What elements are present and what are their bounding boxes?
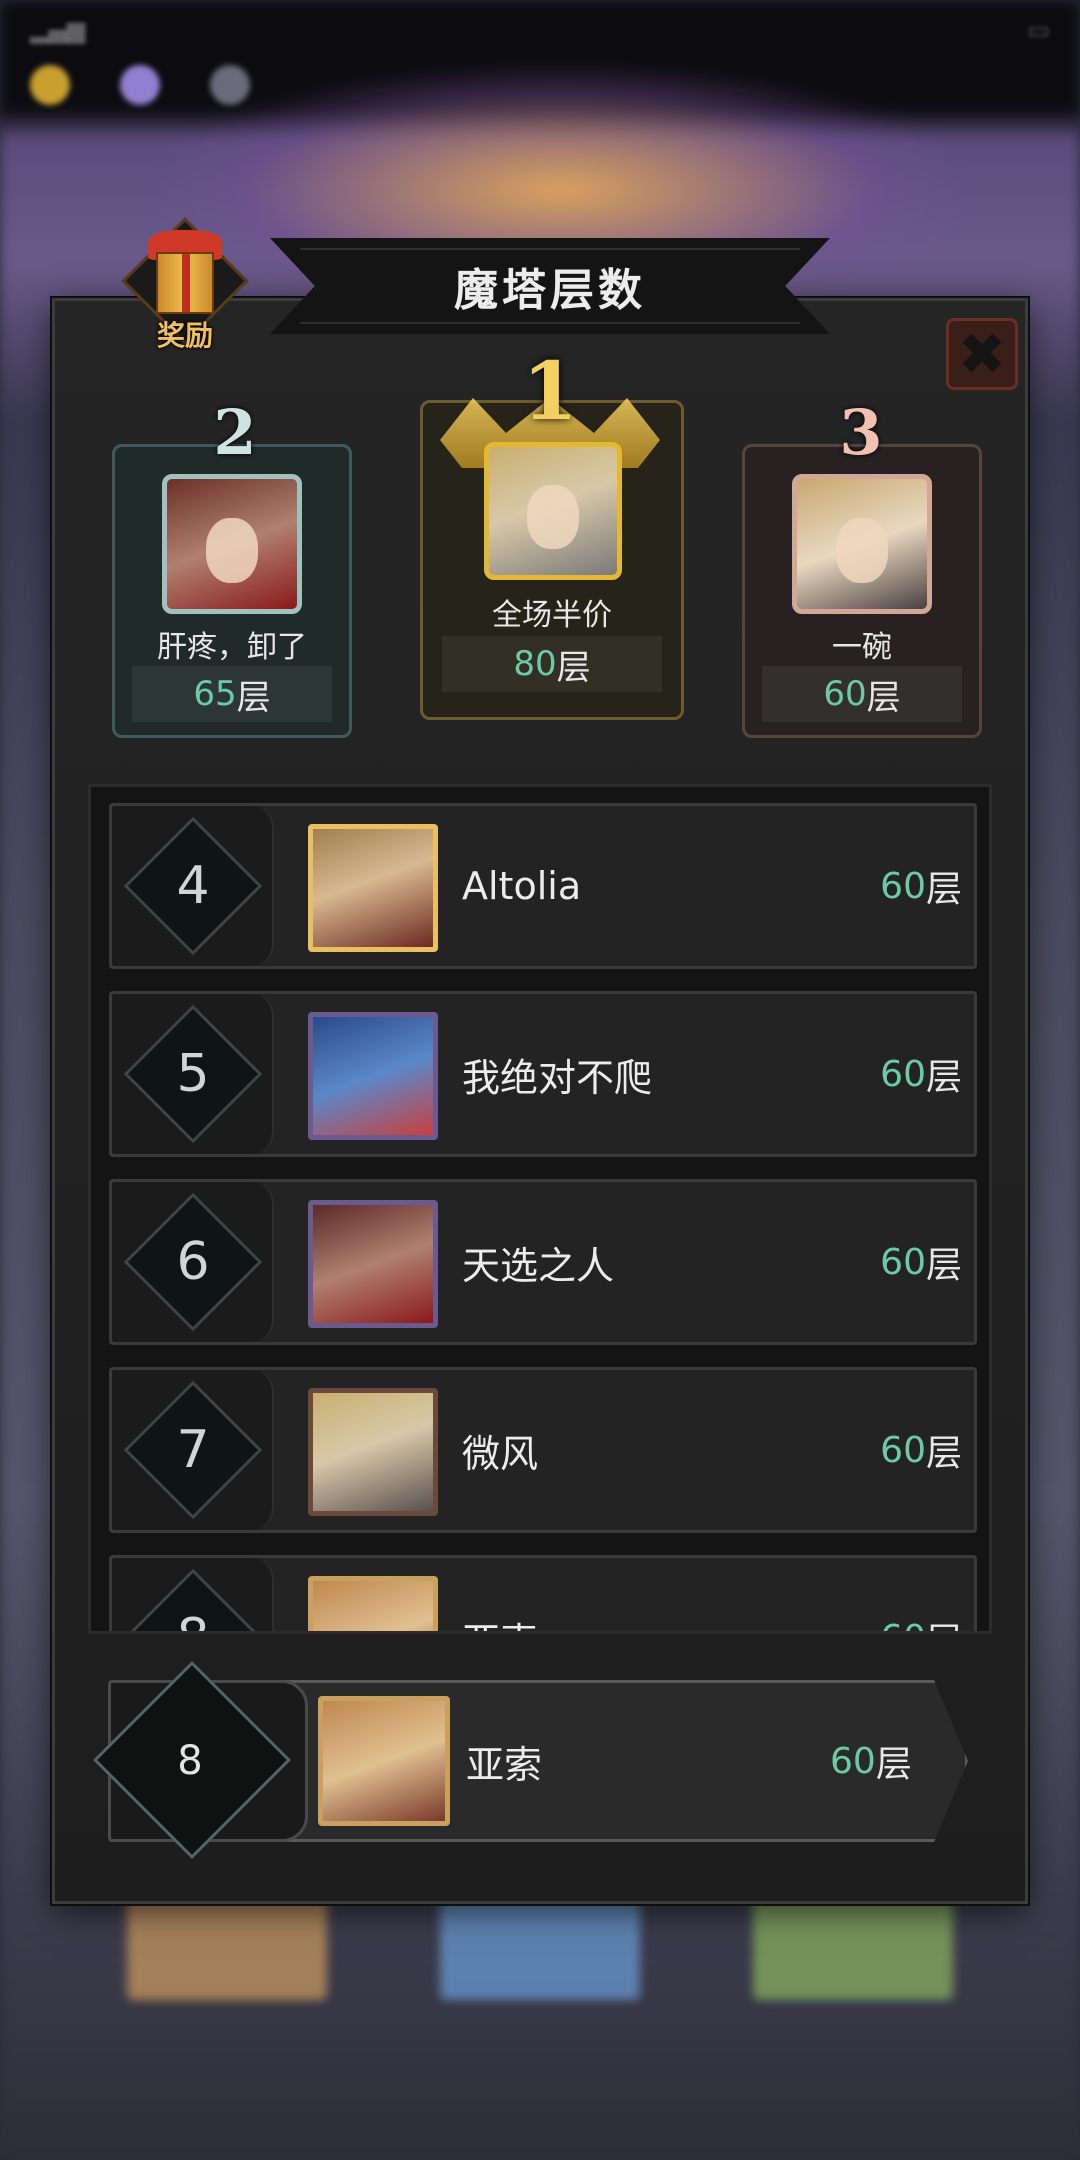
settings-resource bbox=[210, 65, 250, 105]
reward-button[interactable]: 奖励 bbox=[118, 217, 252, 352]
score-value: 80 bbox=[513, 644, 557, 684]
avatar-face bbox=[206, 518, 258, 583]
rank-cell: 4 bbox=[112, 806, 274, 966]
player-score: 60层 bbox=[880, 806, 962, 966]
score-unit: 层 bbox=[866, 677, 901, 718]
score-unit: 层 bbox=[925, 1057, 962, 1098]
rank-cell: 8 bbox=[112, 1558, 274, 1631]
rank-2-avatar bbox=[162, 474, 302, 614]
gem-resource bbox=[120, 65, 160, 105]
list-row-rank-6[interactable]: 6 天选之人 60 层 bbox=[109, 1179, 977, 1345]
player-name: Altolia bbox=[462, 864, 582, 908]
rank-3-score: 60 层 bbox=[762, 666, 962, 722]
rank-3-name: 一碗 bbox=[832, 630, 892, 665]
ranking-list[interactable]: 4 Altolia 60 层 5 我绝对不爬 60 层 6 天选之人 60 层 7 微… bbox=[88, 784, 992, 1634]
close-icon: ✖ bbox=[957, 320, 1007, 388]
player-name: 天选之人 bbox=[462, 1243, 615, 1288]
rank-1-avatar bbox=[484, 442, 622, 580]
rank-cell: 7 bbox=[112, 1370, 274, 1530]
rank-2-badge: 2 bbox=[213, 396, 257, 469]
rank-number: 8 bbox=[112, 1558, 274, 1631]
rank-number: 4 bbox=[176, 856, 210, 916]
close-button[interactable]: ✖ bbox=[946, 318, 1018, 390]
rank-cell: 6 bbox=[112, 1182, 274, 1342]
player-name: 微风 bbox=[462, 1431, 539, 1476]
avatar-face bbox=[836, 518, 888, 583]
rank-number: 5 bbox=[176, 1044, 210, 1104]
reward-label: 奖励 bbox=[156, 319, 213, 352]
score-value: 65 bbox=[193, 674, 237, 714]
score-unit: 层 bbox=[925, 1433, 962, 1474]
rank-1-score: 80 层 bbox=[442, 636, 662, 692]
player-avatar bbox=[308, 1388, 438, 1516]
rank-number: 6 bbox=[176, 1232, 210, 1292]
panel-title: 魔塔层数 bbox=[454, 265, 646, 316]
player-score: 60层 bbox=[880, 1370, 962, 1530]
player-avatar bbox=[308, 1576, 438, 1631]
score-unit: 层 bbox=[556, 647, 591, 688]
rank-1-name: 全场半价 bbox=[492, 598, 612, 633]
player-score: 60层 bbox=[880, 1182, 962, 1342]
rank-1-badge: 1 bbox=[522, 344, 578, 438]
score-unit: 层 bbox=[925, 1245, 962, 1286]
score-value: 60 bbox=[880, 1429, 926, 1471]
coin-resource bbox=[30, 65, 70, 105]
score-value: 60 bbox=[830, 1740, 876, 1782]
player-avatar bbox=[308, 1012, 438, 1140]
list-row-rank-5[interactable]: 5 我绝对不爬 60 层 bbox=[109, 991, 977, 1157]
rank-2-score: 65 层 bbox=[132, 666, 332, 722]
rank-cell: 5 bbox=[112, 994, 274, 1154]
rank-2-name: 肝疼，卸了 bbox=[157, 630, 307, 665]
list-row-rank-8[interactable]: 8 亚索 60层 bbox=[109, 1555, 977, 1632]
gift-icon bbox=[156, 252, 214, 314]
my-player-name: 亚索 bbox=[466, 1742, 543, 1787]
rank-3-avatar bbox=[792, 474, 932, 614]
score-unit: 层 bbox=[875, 1744, 912, 1785]
rank-number: 7 bbox=[176, 1420, 210, 1480]
player-avatar bbox=[308, 824, 438, 952]
rank-3-badge: 3 bbox=[839, 396, 883, 469]
battery-icon: ▭ bbox=[1027, 16, 1050, 44]
resource-bar bbox=[0, 50, 1080, 120]
score-value: 60 bbox=[880, 1053, 926, 1095]
score-value: 60 bbox=[823, 674, 867, 714]
my-avatar bbox=[318, 1696, 450, 1826]
player-score: 60层 bbox=[880, 994, 962, 1154]
title-ribbon: 魔塔层数 bbox=[270, 238, 830, 334]
coin-icon bbox=[30, 65, 70, 105]
score-value: 60 bbox=[880, 1618, 926, 1632]
gear-icon bbox=[210, 65, 250, 105]
score-unit: 层 bbox=[926, 1612, 962, 1631]
avatar-face bbox=[527, 485, 579, 550]
score-unit: 层 bbox=[925, 869, 962, 910]
gem-icon bbox=[120, 65, 160, 105]
player-avatar bbox=[308, 1200, 438, 1328]
score-value: 60 bbox=[880, 1241, 926, 1283]
my-rank-number: 8 bbox=[177, 1738, 203, 1784]
score-unit: 层 bbox=[236, 677, 271, 718]
list-row-rank-4[interactable]: 4 Altolia 60 层 bbox=[109, 803, 977, 969]
signal-icon: ▂▄▆ bbox=[30, 16, 86, 44]
player-name: 我绝对不爬 bbox=[462, 1055, 653, 1100]
score-value: 60 bbox=[880, 865, 926, 907]
my-player-score: 60 层 bbox=[830, 1680, 912, 1842]
list-row-rank-7[interactable]: 7 微风 60 层 bbox=[109, 1367, 977, 1533]
player-name: 亚索 bbox=[462, 1558, 538, 1632]
player-score: 60层 bbox=[880, 1558, 962, 1632]
